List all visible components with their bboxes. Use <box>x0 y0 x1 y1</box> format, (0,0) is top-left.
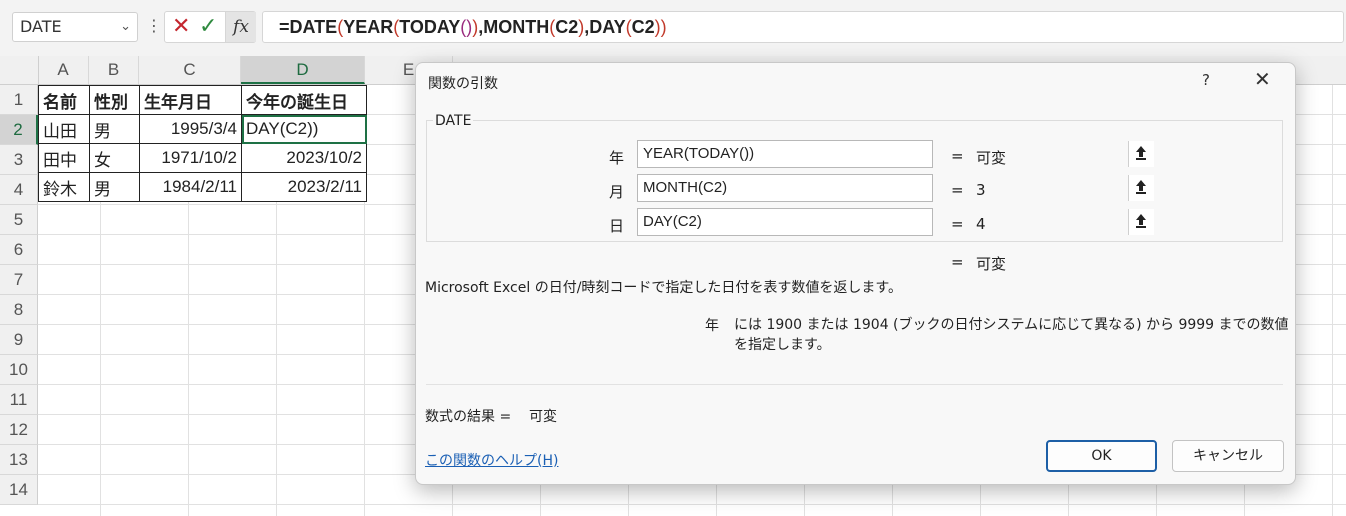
formula-token: TODAY <box>399 17 461 37</box>
formula-bar: DATE ⌄ ⋮ ✕ ✓ fx =DATE(YEAR(TODAY()),MONT… <box>0 0 1346 56</box>
total-result: 可変 <box>976 255 1007 273</box>
formula-token: () <box>460 17 473 37</box>
arg-eq-day: = <box>951 215 964 233</box>
formula-token: =DATE <box>279 17 338 37</box>
arg-description-name: 年 <box>705 318 719 334</box>
ok-button[interactable]: OK <box>1046 440 1157 472</box>
row-header-12[interactable]: 12 <box>0 415 38 445</box>
table-row: 田中女 1971/10/2 2023/10/2 <box>38 143 367 173</box>
collapse-arrow-icon <box>1136 146 1146 160</box>
arg-eq-month: = <box>951 181 964 199</box>
table-row: 鈴木男 1984/2/11 2023/2/11 <box>38 172 367 202</box>
formula-buttons: ✕ ✓ fx <box>164 11 256 43</box>
arg-label-day: 日 <box>608 217 624 235</box>
table-cell[interactable]: 女 <box>89 143 140 173</box>
table-cell[interactable]: 鈴木 <box>38 172 90 202</box>
table-cell[interactable]: 生年月日 <box>139 85 242 115</box>
row-header-2[interactable]: 2 <box>0 115 38 145</box>
month-arg-input[interactable]: MONTH(C2) <box>637 174 1154 202</box>
arg-result-day: 4 <box>976 215 986 233</box>
name-box-value: DATE <box>20 17 62 36</box>
column-header-a[interactable]: A <box>38 56 89 84</box>
formula-token: C2 <box>631 17 655 37</box>
formula-input[interactable]: =DATE(YEAR(TODAY()),MONTH(C2),DAY(C2)) <box>262 11 1344 43</box>
divider <box>426 384 1283 385</box>
day-arg-value: DAY(C2) <box>643 213 702 230</box>
year-arg-input[interactable]: YEAR(TODAY()) <box>637 140 1154 168</box>
function-name-label: DATE <box>433 113 474 129</box>
more-options-icon[interactable]: ⋮ <box>146 16 162 35</box>
row-header-5[interactable]: 5 <box>0 205 38 235</box>
row-header-14[interactable]: 14 <box>0 475 38 505</box>
table-cell[interactable]: 男 <box>89 172 140 202</box>
row-header-1[interactable]: 1 <box>0 85 38 115</box>
table-row: 山田男 1995/3/4 DAY(C2)) <box>38 114 367 144</box>
chevron-down-icon[interactable]: ⌄ <box>120 13 131 41</box>
select-all-corner[interactable] <box>0 56 39 84</box>
table-cell[interactable]: 男 <box>89 114 140 144</box>
row-header-11[interactable]: 11 <box>0 385 38 415</box>
row-header-7[interactable]: 7 <box>0 265 38 295</box>
row-header-10[interactable]: 10 <box>0 355 38 385</box>
formula-result-value: 可変 <box>529 409 557 425</box>
close-icon[interactable]: ✕ <box>172 14 190 40</box>
help-icon[interactable]: ? <box>1202 71 1210 89</box>
dialog-title: 関数の引数 <box>428 76 498 92</box>
data-table: 名前 性別 生年月日 今年の誕生日 山田男 1995/3/4 DAY(C2)) 田中女 1971… <box>38 85 367 202</box>
table-cell[interactable]: 名前 <box>38 85 90 115</box>
total-eq: = <box>951 253 964 271</box>
check-icon[interactable]: ✓ <box>199 14 217 40</box>
column-header-d[interactable]: D <box>241 56 365 84</box>
active-cell[interactable]: DAY(C2)) <box>241 114 367 144</box>
row-header-4[interactable]: 4 <box>0 175 38 205</box>
function-help-link[interactable]: この関数のヘルプ(H) <box>425 450 558 470</box>
close-icon[interactable]: ✕ <box>1254 67 1271 91</box>
function-arguments-dialog: 関数の引数 ? ✕ DATE 年 YEAR(TODAY()) = 可変 月 MO… <box>415 62 1296 485</box>
function-description: Microsoft Excel の日付/時刻コードで指定した日付を表す数値を返し… <box>425 280 903 296</box>
table-cell[interactable]: 2023/2/11 <box>241 172 367 202</box>
collapse-arrow-icon <box>1136 180 1146 194</box>
row-header-3[interactable]: 3 <box>0 145 38 175</box>
arg-label-month: 月 <box>608 183 624 201</box>
name-box[interactable]: DATE ⌄ <box>12 12 138 42</box>
table-cell[interactable]: 1995/3/4 <box>139 114 242 144</box>
table-header-row: 名前 性別 生年月日 今年の誕生日 <box>38 85 367 115</box>
formula-result-label: 数式の結果 = <box>425 409 512 425</box>
formula-token: ,MONTH <box>478 17 550 37</box>
row-header-6[interactable]: 6 <box>0 235 38 265</box>
arg-description-text: には 1900 または 1904 (ブックの日付システムに応じて異なる) から … <box>734 317 1289 353</box>
arg-eq-year: = <box>951 147 964 165</box>
column-header-c[interactable]: C <box>139 56 241 84</box>
insert-function-button[interactable]: fx <box>225 12 256 42</box>
arg-label-year: 年 <box>608 149 624 167</box>
formula-token: C2 <box>555 17 579 37</box>
arg-result-month: 3 <box>976 181 986 199</box>
row-header-8[interactable]: 8 <box>0 295 38 325</box>
column-header-b[interactable]: B <box>89 56 139 84</box>
row-header-9[interactable]: 9 <box>0 325 38 355</box>
row-header-13[interactable]: 13 <box>0 445 38 475</box>
formula-token: YEAR <box>343 17 394 37</box>
arg-result-year: 可変 <box>976 149 1007 167</box>
table-cell[interactable]: 2023/10/2 <box>241 143 367 173</box>
collapse-dialog-button[interactable] <box>1128 141 1154 167</box>
year-arg-value: YEAR(TODAY()) <box>643 145 755 162</box>
collapse-arrow-icon <box>1136 214 1146 228</box>
formula-token: )) <box>654 17 667 37</box>
table-cell[interactable]: 1984/2/11 <box>139 172 242 202</box>
table-cell[interactable]: 今年の誕生日 <box>241 85 367 115</box>
table-cell[interactable]: 田中 <box>38 143 90 173</box>
table-cell[interactable]: 性別 <box>89 85 140 115</box>
collapse-dialog-button[interactable] <box>1128 209 1154 235</box>
cancel-button[interactable]: キャンセル <box>1172 440 1284 472</box>
month-arg-value: MONTH(C2) <box>643 179 728 196</box>
day-arg-input[interactable]: DAY(C2) <box>637 208 1154 236</box>
collapse-dialog-button[interactable] <box>1128 175 1154 201</box>
table-cell[interactable]: 山田 <box>38 114 90 144</box>
formula-token: ,DAY <box>584 17 626 37</box>
table-cell[interactable]: 1971/10/2 <box>139 143 242 173</box>
